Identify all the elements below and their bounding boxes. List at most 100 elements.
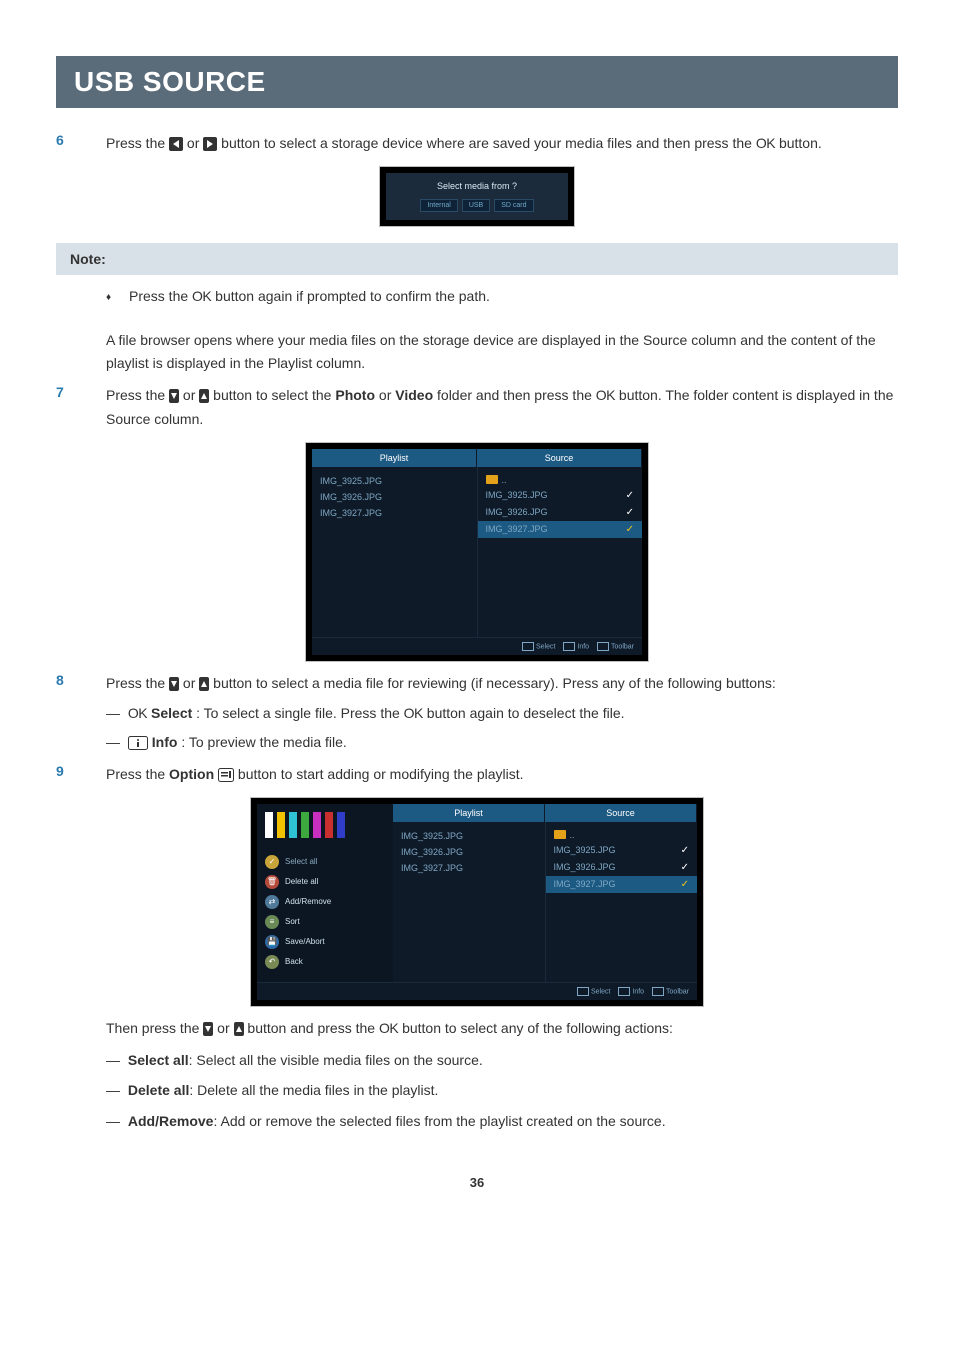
check-icon: ✓ [626,524,634,535]
trash-icon: 🗑 [265,875,279,889]
text: Press the [106,675,169,691]
column-header-source: Source [477,449,642,467]
ok-label: OK [596,387,615,403]
down-arrow-icon [203,1022,213,1036]
text: : Delete all the media files in the play… [189,1082,438,1098]
action-list: ― Select all: Select all the visible med… [106,1047,898,1135]
check-icon: ✓ [681,845,689,856]
column-header-source: Source [545,804,697,822]
text: or [183,675,199,691]
folder-up: .. [486,473,635,487]
check-icon: ✓ [626,507,634,518]
source-column: .. IMG_3925.JPG✓ IMG_3926.JPG✓ IMG_3927.… [478,467,643,637]
text: button to select a storage device where … [221,135,756,151]
page-title: USB SOURCE [56,56,898,108]
text-bold: Info [152,734,178,750]
text: : Select all the visible media files on … [189,1052,483,1068]
list-item: IMG_3927.JPG [320,505,469,521]
right-arrow-icon [203,137,217,151]
note-body: Press the OK button again if prompted to… [56,275,898,321]
ok-label: OK [192,288,211,304]
column-header-playlist: Playlist [312,449,477,467]
up-arrow-icon [199,389,209,403]
text: or [379,387,395,403]
step-7-num: 7 [56,384,106,400]
note-header: Note: [56,243,898,275]
text-bold: Option [169,766,214,782]
text-bold: Video [395,387,433,403]
folder-icon [486,475,498,484]
text: or [183,387,199,403]
folder-up: .. [554,828,690,842]
text: Press the [106,135,169,151]
list-item: IMG_3926.JPG✓ [554,859,690,876]
footer-hints: Select Info Toolbar [257,982,697,1000]
text: : Add or remove the selected files from … [213,1113,665,1129]
step-8-body: Press the or button to select a media fi… [106,672,898,755]
back-icon: ↶ [265,955,279,969]
list-item: IMG_3925.JPG✓ [554,842,690,859]
playlist-source-screenshot: Playlist Source IMG_3925.JPG IMG_3926.JP… [305,442,649,662]
text: Then press the [106,1020,203,1036]
dialog-tab-internal: Internal [420,199,457,212]
key-icon [618,987,630,996]
text: button to select a media file for review… [213,675,776,691]
key-icon [597,642,609,651]
text: folder and then press the [437,387,596,403]
step-8: 8 Press the or button to select a media … [56,672,898,755]
folder-icon [554,830,566,839]
up-arrow-icon [234,1022,244,1036]
list-item: IMG_3926.JPG✓ [486,504,635,521]
step-7-body: Press the or button to select the Photo … [106,384,898,432]
text-bold: Delete all [128,1082,189,1098]
column-header-playlist: Playlist [393,804,545,822]
text: Press the [129,288,192,304]
text: : To select a single file. Press the [196,705,404,721]
paragraph: Then press the or button and press the O… [106,1017,898,1041]
step-9: 9 Press the Option button to start addin… [56,763,898,787]
step-6: 6 Press the or button to select a storag… [56,132,898,156]
step-7: 7 Press the or button to select the Phot… [56,384,898,432]
select-media-dialog-screenshot: Select media from ? Internal USB SD card [379,166,575,227]
down-arrow-icon [169,677,179,691]
save-icon: 💾 [265,935,279,949]
step-9-num: 9 [56,763,106,779]
menu-item-save-abort: 💾Save/Abort [265,932,385,952]
text: button again if prompted to confirm the … [215,288,490,304]
step-6-num: 6 [56,132,106,148]
swap-icon: ⇄ [265,895,279,909]
dialog-tab-usb: USB [462,199,490,212]
menu-item-delete-all: 🗑Delete all [265,872,385,892]
check-icon: ✓ [681,879,689,890]
key-icon [563,642,575,651]
check-icon: ✓ [681,862,689,873]
step-8-num: 8 [56,672,106,688]
options-sidebar: ✓Select all 🗑Delete all ⇄Add/Remove ≡Sor… [257,804,393,982]
step-6-body: Press the or button to select a storage … [106,132,898,156]
text-bold: Select all [128,1052,189,1068]
dialog-tab-sdcard: SD card [494,199,533,212]
page-number: 36 [56,1175,898,1190]
text-bold: Add/Remove [128,1113,214,1129]
ok-label: OK [379,1020,398,1036]
menu-item-sort: ≡Sort [265,912,385,932]
text: button. [779,135,822,151]
text: button again to deselect the file. [427,705,625,721]
color-bars-icon [265,812,385,838]
ok-label: OK [128,705,147,721]
text: button to start adding or modifying the … [238,766,524,782]
dialog-title: Select media from ? [392,181,562,191]
ok-label: OK [404,705,423,721]
paragraph: A file browser opens where your media fi… [106,329,898,377]
select-all-icon: ✓ [265,855,279,869]
menu-item-add-remove: ⇄Add/Remove [265,892,385,912]
list-item-selected: IMG_3927.JPG✓ [478,521,643,538]
text: button to select any of the following ac… [402,1020,673,1036]
text: or [187,135,203,151]
info-button-icon [128,736,148,750]
list-item: IMG_3925.JPG [320,473,469,489]
left-arrow-icon [169,137,183,151]
text-bold: Photo [335,387,375,403]
key-icon [577,987,589,996]
text: Press the [106,387,169,403]
